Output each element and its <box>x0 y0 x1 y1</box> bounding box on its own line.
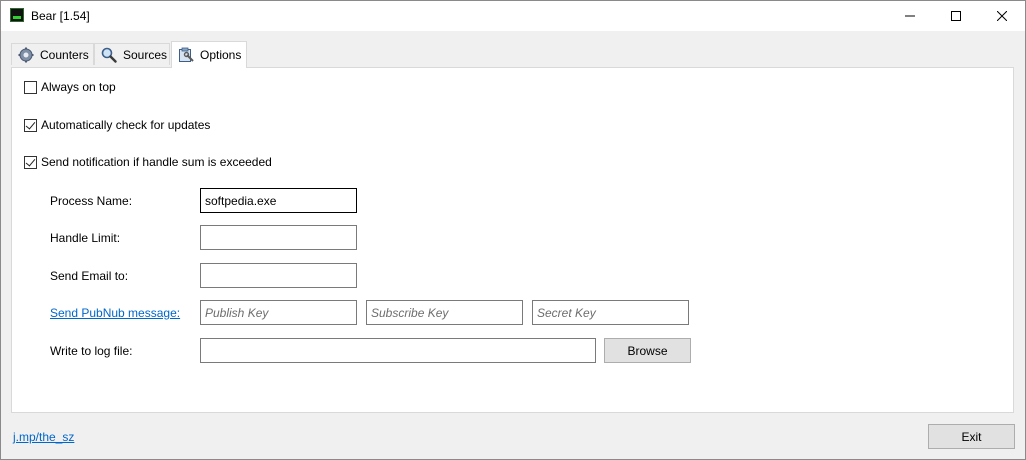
maximize-icon <box>951 11 961 21</box>
send-notification-label: Send notification if handle sum is excee… <box>41 155 272 169</box>
send-email-label: Send Email to: <box>50 269 129 283</box>
auto-update-checkbox[interactable]: Automatically check for updates <box>24 118 210 132</box>
close-icon <box>997 11 1007 21</box>
always-on-top-label: Always on top <box>41 80 116 94</box>
log-file-label: Write to log file: <box>50 344 133 358</box>
handle-limit-input[interactable] <box>200 225 357 250</box>
tab-counters[interactable]: Counters <box>11 43 94 65</box>
subscribe-key-input[interactable] <box>366 300 523 325</box>
magnifier-icon <box>101 47 117 63</box>
tab-sources-label: Sources <box>123 47 168 62</box>
tab-counters-label: Counters <box>40 47 89 62</box>
browse-button[interactable]: Browse <box>604 338 691 363</box>
always-on-top-checkbox[interactable]: Always on top <box>24 80 116 94</box>
handle-limit-label: Handle Limit: <box>50 231 121 245</box>
exit-button[interactable]: Exit <box>928 424 1015 449</box>
minimize-icon <box>905 15 915 17</box>
footer-link[interactable]: j.mp/the_sz <box>13 430 74 444</box>
process-name-label: Process Name: <box>50 194 133 208</box>
minimize-button[interactable] <box>887 1 933 31</box>
secret-key-input[interactable] <box>532 300 689 325</box>
publish-key-input[interactable] <box>200 300 357 325</box>
app-window: Bear [1.54] Counters Sources Options Alw… <box>0 0 1026 460</box>
auto-update-label: Automatically check for updates <box>41 118 211 132</box>
send-notification-checkbox[interactable]: Send notification if handle sum is excee… <box>24 155 272 169</box>
options-panel: Always on top Automatically check for up… <box>11 67 1014 413</box>
tab-sources[interactable]: Sources <box>94 43 170 65</box>
maximize-button[interactable] <box>933 1 979 31</box>
options-icon <box>178 47 194 63</box>
title-bar[interactable]: Bear [1.54] <box>1 1 1025 31</box>
window-title: Bear [1.54] <box>31 9 90 23</box>
auto-update-box[interactable] <box>24 118 37 132</box>
pubnub-link[interactable]: Send PubNub message: <box>50 306 180 320</box>
gear-icon <box>18 47 34 63</box>
always-on-top-box[interactable] <box>24 80 37 94</box>
process-name-input[interactable] <box>200 188 357 213</box>
send-email-input[interactable] <box>200 263 357 288</box>
tab-options-label: Options <box>200 48 242 62</box>
close-button[interactable] <box>979 1 1025 31</box>
send-notification-box[interactable] <box>24 155 37 169</box>
log-file-input[interactable] <box>200 338 596 363</box>
tab-options[interactable]: Options <box>171 41 247 68</box>
app-icon <box>10 8 24 22</box>
